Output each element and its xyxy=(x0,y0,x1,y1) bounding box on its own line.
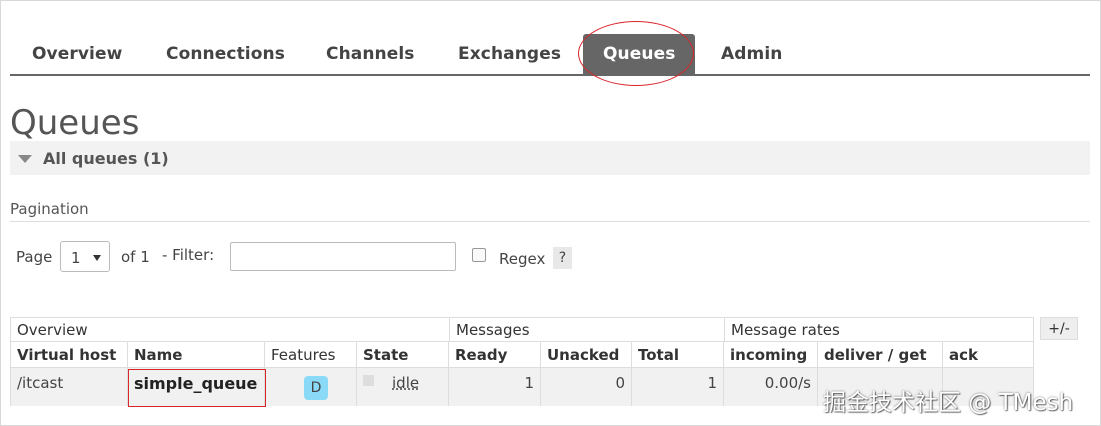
state-text: idle xyxy=(392,374,420,392)
col-unacked[interactable]: Unacked xyxy=(541,342,632,368)
dropdown-arrow-icon xyxy=(93,255,101,261)
col-virtual-host[interactable]: Virtual host xyxy=(10,342,128,368)
col-incoming[interactable]: incoming xyxy=(724,342,818,368)
section-label: All queues (1) xyxy=(43,149,169,168)
group-messages: Messages xyxy=(449,317,725,342)
queue-name-link[interactable]: simple_queue xyxy=(134,374,257,393)
watermark: 掘金技术社区 @ TMesh xyxy=(823,390,1074,416)
tab-admin[interactable]: Admin xyxy=(701,34,802,74)
cell-ready: 1 xyxy=(449,368,541,406)
cell-state: idle xyxy=(357,368,449,406)
regex-label: Regex xyxy=(499,250,546,268)
cell-features: D xyxy=(265,368,357,406)
page-label: Page xyxy=(16,248,53,266)
table-column-header: Virtual host Name Features State Ready U… xyxy=(10,342,1034,368)
cell-incoming: 0.00/s xyxy=(724,368,818,406)
cell-total: 1 xyxy=(632,368,724,406)
tab-overview[interactable]: Overview xyxy=(12,34,142,74)
pagination-divider xyxy=(10,221,1090,222)
all-queues-section-toggle[interactable]: All queues (1) xyxy=(10,141,1090,175)
group-overview: Overview xyxy=(10,317,450,342)
column-toggle-button[interactable]: +/- xyxy=(1040,317,1078,340)
tab-queues[interactable]: Queues xyxy=(583,34,696,74)
tab-channels[interactable]: Channels xyxy=(306,34,435,74)
filter-input[interactable] xyxy=(230,242,456,271)
cell-vhost: /itcast xyxy=(10,368,128,406)
app-frame: Overview Connections Channels Exchanges … xyxy=(0,0,1101,426)
collapse-triangle-icon xyxy=(18,155,32,163)
page-count-label: of 1 xyxy=(121,248,150,266)
tab-connections[interactable]: Connections xyxy=(146,34,305,74)
page-select-value: 1 xyxy=(71,249,81,267)
main-nav: Overview Connections Channels Exchanges … xyxy=(10,34,1090,76)
col-features: Features xyxy=(265,342,357,368)
col-total[interactable]: Total xyxy=(632,342,724,368)
tab-exchanges[interactable]: Exchanges xyxy=(438,34,581,74)
col-name[interactable]: Name xyxy=(128,342,265,368)
cell-name[interactable]: simple_queue xyxy=(128,368,265,406)
regex-checkbox[interactable] xyxy=(472,248,486,262)
durable-badge: D xyxy=(304,376,328,400)
col-deliver-get[interactable]: deliver / get xyxy=(818,342,943,368)
col-ready[interactable]: Ready xyxy=(449,342,541,368)
filter-label: - Filter: xyxy=(162,246,215,264)
page-select[interactable]: 1 xyxy=(60,241,110,272)
group-message-rates: Message rates xyxy=(724,317,1034,342)
pagination-label[interactable]: Pagination xyxy=(10,200,89,218)
col-state[interactable]: State xyxy=(357,342,449,368)
table-group-header: Overview Messages Message rates xyxy=(10,317,1034,342)
pagination-controls: Page 1 of 1 - Filter: Regex ? xyxy=(10,239,1090,273)
page-title: Queues xyxy=(10,103,140,143)
col-ack[interactable]: ack xyxy=(943,342,1034,368)
cell-unacked: 0 xyxy=(541,368,632,406)
regex-help-button[interactable]: ? xyxy=(553,247,572,269)
state-indicator-icon xyxy=(363,375,374,386)
